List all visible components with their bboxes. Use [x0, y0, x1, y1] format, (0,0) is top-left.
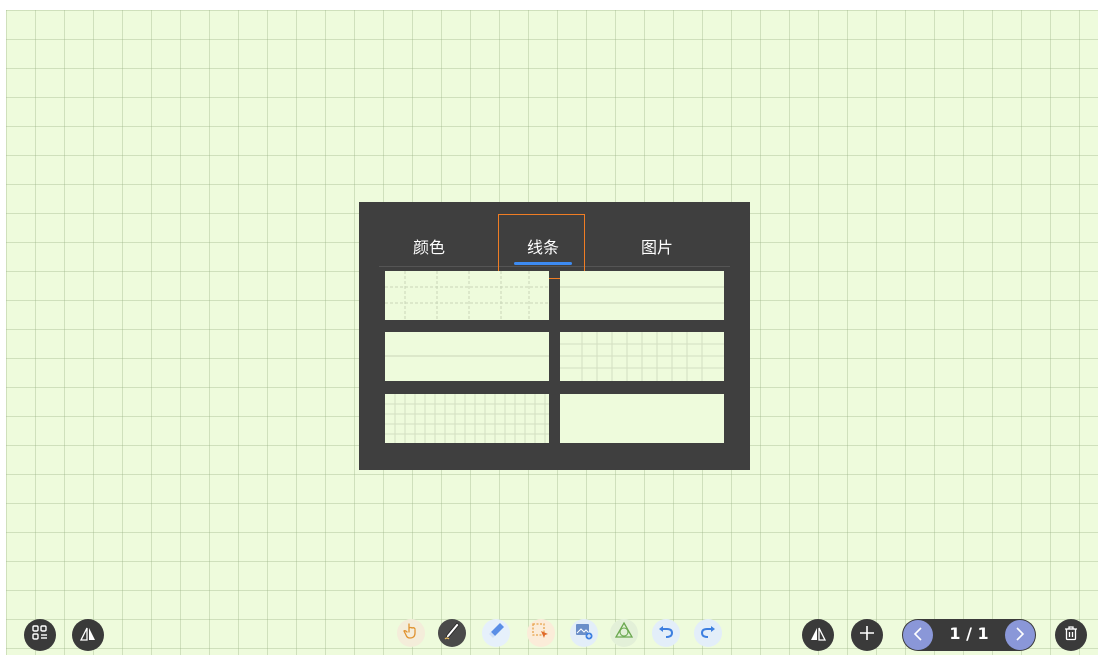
- hand-icon: [402, 622, 420, 644]
- select-icon: [531, 621, 551, 645]
- apps-button[interactable]: [24, 619, 56, 651]
- undo-icon: [657, 622, 675, 644]
- hand-tool[interactable]: [397, 619, 425, 647]
- highlight-box: [498, 214, 585, 279]
- background-option-single-line[interactable]: [385, 332, 549, 381]
- shape-tool[interactable]: [610, 619, 638, 647]
- next-page-icon: [1015, 626, 1025, 645]
- pen-tool[interactable]: [438, 619, 466, 647]
- select-tool[interactable]: [527, 619, 555, 647]
- redo-icon: [699, 622, 717, 644]
- page-indicator: 1 / 1: [949, 624, 989, 643]
- next-page-button[interactable]: [1005, 620, 1035, 650]
- shape-icon: [614, 621, 634, 645]
- eraser-icon: [486, 621, 506, 645]
- background-option-dense-grid[interactable]: [385, 394, 549, 443]
- delete-button[interactable]: [1055, 619, 1087, 651]
- dense-grid-pattern: [385, 394, 549, 443]
- prev-page-button[interactable]: [903, 620, 933, 650]
- insert-image-icon: [574, 621, 594, 645]
- add-page-button[interactable]: [851, 619, 883, 651]
- background-option-grid-dashed[interactable]: [385, 271, 549, 320]
- mirror-icon: [79, 626, 96, 645]
- mirror-button-left[interactable]: [72, 619, 104, 651]
- delete-icon: [1064, 625, 1078, 645]
- mirror-icon: [810, 626, 827, 645]
- grid-dashed-pattern: [385, 271, 549, 320]
- apps-icon: [32, 625, 48, 645]
- redo-button[interactable]: [694, 619, 722, 647]
- add-page-icon: [859, 625, 875, 645]
- fine-grid-pattern: [560, 332, 724, 381]
- eraser-tool[interactable]: [482, 619, 510, 647]
- background-option-fine-grid[interactable]: [560, 332, 724, 381]
- prev-page-icon: [913, 626, 923, 645]
- tab-color[interactable]: 颜色: [413, 234, 445, 258]
- pen-icon: [442, 621, 462, 645]
- insert-image-tool[interactable]: [570, 619, 598, 647]
- horizontal-lines-pattern: [560, 286, 724, 304]
- single-line-pattern: [385, 355, 549, 357]
- mirror-button-right[interactable]: [802, 619, 834, 651]
- tab-image[interactable]: 图片: [641, 234, 673, 258]
- undo-button[interactable]: [652, 619, 680, 647]
- background-option-blank[interactable]: [560, 394, 724, 443]
- background-option-horizontal-lines[interactable]: [560, 271, 724, 320]
- background-popup: 颜色 线条 图片: [359, 202, 750, 470]
- page-navigator: 1 / 1: [902, 619, 1036, 651]
